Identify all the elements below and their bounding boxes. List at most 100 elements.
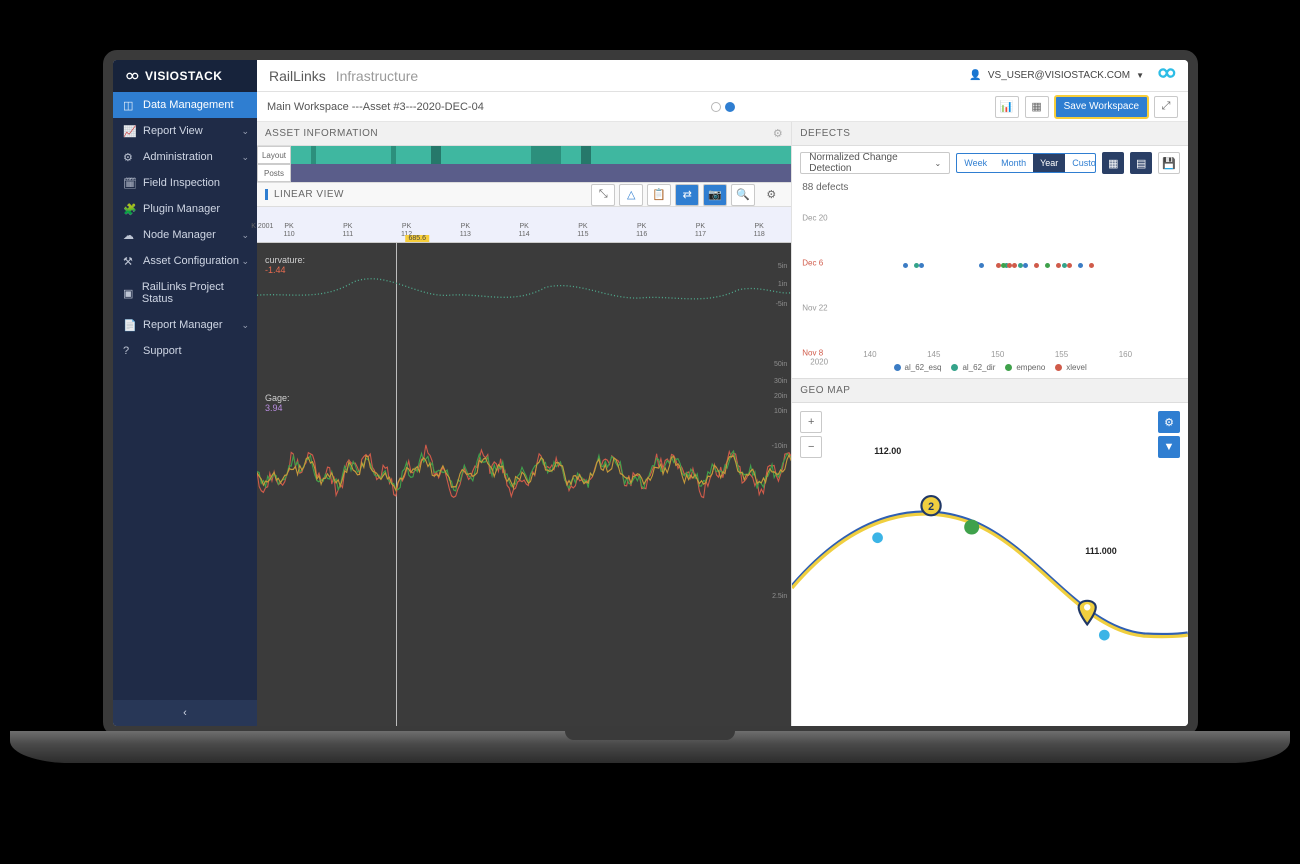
legend-item: al_62_esq — [894, 363, 942, 372]
defects-panel: Normalized Change Detection ⌄ WeekMonthY… — [792, 146, 1188, 378]
time-option-week[interactable]: Week — [957, 154, 994, 172]
search-icon: 🔍 — [736, 188, 750, 201]
grid-icon: ▦ — [1108, 157, 1118, 170]
measure-tool[interactable]: ⤡ — [591, 184, 615, 206]
user-menu[interactable]: 👤 VS_USER@VISIOSTACK.COM ▼ — [969, 70, 1144, 81]
defects-scatter-chart[interactable]: Dec 20Dec 6Nov 22Nov 8202014014515015516… — [802, 199, 1178, 359]
pk-tick: PK117 — [685, 223, 715, 238]
nav-icon: ☁ — [123, 229, 135, 241]
defect-point[interactable] — [1078, 263, 1083, 268]
nav-icon: ? — [123, 345, 135, 357]
chevron-down-icon: ▼ — [1136, 71, 1144, 80]
defect-point[interactable] — [1023, 263, 1028, 268]
sidebar-item-raillinks-project-status[interactable]: ▣RailLinks Project Status — [113, 274, 257, 312]
sidebar-item-report-manager[interactable]: 📄Report Manager⌄ — [113, 312, 257, 338]
defect-point[interactable] — [1012, 263, 1017, 268]
defect-point[interactable] — [1034, 263, 1039, 268]
defect-point[interactable] — [1067, 263, 1072, 268]
pk-tick: PK115 — [568, 223, 598, 238]
geomap-header: GEO MAP — [792, 379, 1188, 403]
geomap-panel: GEO MAP + − ⚙ ▼ — [792, 378, 1188, 726]
app-root: VISIOSTACK ◫Data Management📈Report View⌄… — [113, 60, 1188, 726]
linear-chart-area[interactable]: curvature: -1.44 Gage: 3.94 5in1in-5in50… — [257, 243, 791, 726]
nav-icon: ⚙ — [123, 151, 135, 163]
sidebar-item-label: Report View — [143, 125, 203, 137]
pk-tick: PK118 — [744, 223, 774, 238]
sidebar-item-data-management[interactable]: ◫ Data Management — [113, 92, 257, 118]
sidebar-item-asset-configuration[interactable]: ⚒Asset Configuration⌄ — [113, 248, 257, 274]
nav-icon: 🧩 — [123, 203, 135, 215]
list-icon: ▤ — [1136, 157, 1146, 170]
grid-view-button[interactable]: ▦ — [1102, 152, 1124, 174]
chevron-down-icon: ⌄ — [241, 320, 249, 331]
pk-highlight: 685.6 — [406, 235, 430, 242]
expand-button[interactable]: ⤢ — [1154, 96, 1178, 118]
sidebar-collapse-button[interactable]: ‹ — [113, 700, 257, 726]
defect-point[interactable] — [1056, 263, 1061, 268]
waveform-svg — [257, 243, 791, 726]
sidebar-item-report-view[interactable]: 📈Report View⌄ — [113, 118, 257, 144]
defect-point[interactable] — [903, 263, 908, 268]
asset-info-panel: Layout Posts — [257, 146, 791, 182]
camera-tool[interactable]: 📷 — [703, 184, 727, 206]
gear-tool[interactable]: ⚙ — [759, 184, 783, 206]
defect-point[interactable] — [914, 263, 919, 268]
page-dot-active[interactable] — [725, 102, 735, 112]
right-column: DEFECTS Normalized Change Detection ⌄ We… — [792, 122, 1188, 726]
sidebar-item-support[interactable]: ?Support — [113, 338, 257, 364]
pk-ruler[interactable]: K 2001PK110PK111PK112PK113PK114PK115PK11… — [257, 207, 791, 243]
page-dot[interactable] — [711, 102, 721, 112]
geomap-body[interactable]: + − ⚙ ▼ — [792, 403, 1188, 726]
user-email: VS_USER@VISIOSTACK.COM — [988, 70, 1130, 81]
sidebar-item-label: Field Inspection — [143, 177, 220, 189]
defect-point[interactable] — [1089, 263, 1094, 268]
pin-badge: 2 — [928, 501, 934, 513]
sidebar-item-label: Report Manager — [143, 319, 223, 331]
defect-point[interactable] — [919, 263, 924, 268]
sidebar-item-field-inspection[interactable]: 🗓Field Inspection — [113, 170, 257, 196]
save-workspace-button[interactable]: Save Workspace — [1055, 96, 1148, 118]
defects-legend: al_62_esqal_62_dirempenoxlevel — [792, 363, 1188, 378]
nav-icon: ◫ — [123, 99, 135, 111]
layout-strip[interactable] — [291, 146, 791, 164]
camera-icon: 📷 — [708, 188, 722, 201]
sidebar: VISIOSTACK ◫Data Management📈Report View⌄… — [113, 60, 257, 726]
triangle-tool[interactable]: △ — [619, 184, 643, 206]
pk-tick: PK111 — [333, 223, 363, 238]
gear-icon[interactable]: ⚙ — [773, 127, 783, 140]
qr-button[interactable]: ▦ — [1025, 96, 1049, 118]
chart-icon: 📊 — [1000, 100, 1014, 113]
defect-point[interactable] — [1018, 263, 1023, 268]
posts-strip[interactable] — [291, 164, 791, 182]
time-option-custom[interactable]: Custom — [1065, 154, 1096, 172]
list-view-button[interactable]: ▤ — [1130, 152, 1152, 174]
time-option-month[interactable]: Month — [994, 154, 1033, 172]
sidebar-item-plugin-manager[interactable]: 🧩 Plugin Manager — [113, 196, 257, 222]
legend-item: empeno — [1005, 363, 1045, 372]
product-section: Infrastructure — [336, 68, 418, 84]
pk-tick: PK114 — [509, 223, 539, 238]
defect-point[interactable] — [1062, 263, 1067, 268]
defect-point[interactable] — [996, 263, 1001, 268]
ab-tool[interactable]: ⇄ — [675, 184, 699, 206]
asset-info-header: ASSET INFORMATION ⚙ — [257, 122, 791, 146]
defect-point[interactable] — [1007, 263, 1012, 268]
time-option-year[interactable]: Year — [1033, 154, 1065, 172]
pk-tick: PK113 — [450, 223, 480, 238]
sidebar-item-label: Data Management — [143, 99, 234, 111]
clipboard-tool[interactable]: 📋 — [647, 184, 671, 206]
sidebar-item-administration[interactable]: ⚙Administration⌄ — [113, 144, 257, 170]
save-defects-button[interactable]: 💾 — [1158, 152, 1180, 174]
detection-dropdown[interactable]: Normalized Change Detection ⌄ — [800, 152, 950, 174]
chevron-down-icon: ⌄ — [241, 126, 249, 137]
sidebar-item-node-manager[interactable]: ☁Node Manager⌄ — [113, 222, 257, 248]
defect-point[interactable] — [979, 263, 984, 268]
search-tool[interactable]: 🔍 — [731, 184, 755, 206]
defect-point[interactable] — [1045, 263, 1050, 268]
qr-icon: ▦ — [1031, 100, 1041, 113]
chart-view-button[interactable]: 📊 — [995, 96, 1019, 118]
sidebar-item-label: Plugin Manager — [143, 203, 220, 215]
chevron-down-icon: ⌄ — [241, 152, 249, 163]
ruler-icon: ⤡ — [599, 188, 608, 201]
chevron-down-icon: ⌄ — [241, 230, 249, 241]
